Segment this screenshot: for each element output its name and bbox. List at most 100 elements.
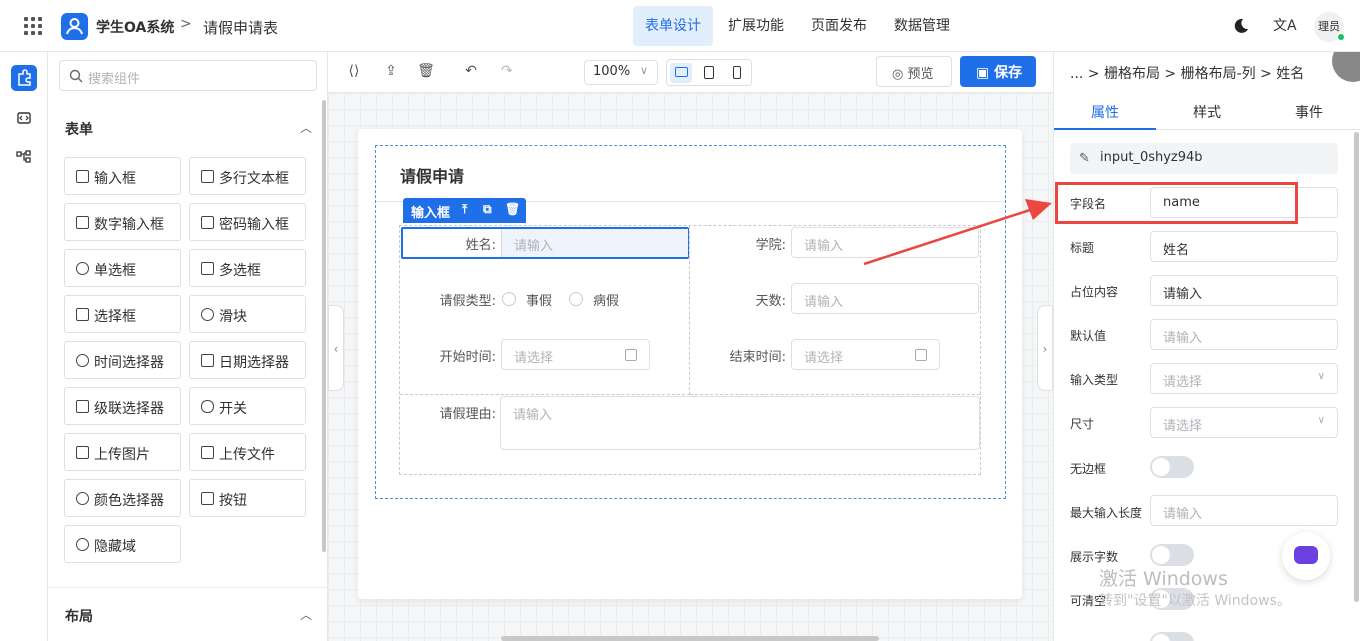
- component-textarea[interactable]: 多行文本框: [189, 157, 306, 195]
- leave-type-label: 请假类型:: [439, 294, 496, 309]
- zoom-select[interactable]: 100% ∨: [584, 60, 658, 85]
- nav-form-design[interactable]: 表单设计: [633, 6, 713, 46]
- tab-style[interactable]: 样式: [1156, 102, 1258, 122]
- collapse-left-icon[interactable]: ‹: [328, 305, 344, 391]
- tab-events[interactable]: 事件: [1258, 102, 1360, 122]
- code-view-icon[interactable]: ⟨⟩: [345, 62, 363, 80]
- days-placeholder: 请输入: [804, 295, 844, 310]
- college-input[interactable]: 请输入: [791, 227, 979, 258]
- days-input[interactable]: 请输入: [791, 283, 979, 314]
- export-icon[interactable]: ⇪: [382, 62, 400, 80]
- fullscreen-corner-icon[interactable]: [1332, 52, 1360, 82]
- outline-tree-icon[interactable]: [11, 144, 37, 170]
- edit-icon: [76, 170, 89, 183]
- components-icon[interactable]: [11, 65, 37, 91]
- component-radio[interactable]: 单选框: [64, 249, 181, 287]
- redo-icon[interactable]: ↷: [498, 62, 516, 80]
- app-name: 学生OA系统: [96, 20, 175, 36]
- chevron-up-icon[interactable]: ︿: [300, 606, 312, 623]
- component-password-input[interactable]: 密码输入框: [189, 203, 306, 241]
- nav-page-publish[interactable]: 页面发布: [799, 6, 879, 46]
- name-input[interactable]: 请输入: [501, 229, 688, 257]
- start-time-placeholder: 请选择: [514, 351, 554, 366]
- show-count-label: 展示字数: [1070, 550, 1119, 564]
- top-bar: 学生OA系统 > 请假申请表 表单设计 扩展功能 页面发布 数据管理 文A 理员: [0, 0, 1360, 52]
- component-search-input[interactable]: 搜索组件: [59, 60, 317, 91]
- borderless-label: 无边框: [1070, 462, 1107, 476]
- selected-component-tag: 输入框 ⤒ ⧉ 🗑: [403, 198, 526, 223]
- windows-watermark-subtitle: 转到"设置"以激活 Windows。: [1099, 593, 1291, 609]
- properties-breadcrumb[interactable]: ... > 栅格布局 > 栅格布局-列 > 姓名: [1070, 63, 1304, 83]
- component-date-picker[interactable]: 日期选择器: [189, 341, 306, 379]
- component-number-input[interactable]: 数字输入框: [64, 203, 181, 241]
- apps-grid-icon[interactable]: [24, 17, 42, 35]
- calendar-icon: [915, 349, 927, 361]
- save-button[interactable]: ▣ 保存: [960, 56, 1036, 87]
- component-switch[interactable]: 开关: [189, 387, 306, 425]
- end-time-picker[interactable]: 请选择: [791, 339, 940, 370]
- component-upload-file[interactable]: 上传文件: [189, 433, 306, 471]
- move-up-icon[interactable]: ⤒: [462, 202, 467, 217]
- name-placeholder: 请输入: [514, 239, 554, 254]
- app-logo: [61, 13, 88, 40]
- reason-placeholder: 请输入: [513, 408, 553, 423]
- trash-icon[interactable]: 🗑: [417, 62, 435, 80]
- edit-icon[interactable]: ✎: [1079, 151, 1090, 166]
- show-count-switch[interactable]: [1150, 544, 1194, 566]
- component-cascader[interactable]: 级联选择器: [64, 387, 181, 425]
- component-time-picker[interactable]: 时间选择器: [64, 341, 181, 379]
- size-select[interactable]: 请选择 ∨: [1150, 407, 1338, 438]
- component-input[interactable]: 输入框: [64, 157, 181, 195]
- collapse-right-icon[interactable]: ›: [1037, 305, 1053, 391]
- form-title[interactable]: 请假申请: [400, 163, 464, 187]
- nav-data-management[interactable]: 数据管理: [882, 6, 962, 46]
- maxlength-input[interactable]: 请输入: [1150, 495, 1338, 526]
- radio-sick-leave[interactable]: [569, 292, 583, 306]
- moon-icon[interactable]: [1233, 18, 1249, 34]
- tab-properties[interactable]: 属性: [1054, 102, 1156, 122]
- more-switch[interactable]: [1150, 632, 1194, 641]
- title-value: 姓名: [1163, 243, 1190, 258]
- properties-tabs: 属性 样式 事件: [1054, 92, 1360, 130]
- preview-button[interactable]: ◎ 预览: [876, 56, 952, 87]
- chevron-up-icon[interactable]: ︿: [300, 119, 312, 136]
- reason-textarea[interactable]: 请输入: [500, 396, 980, 450]
- radio-sick-leave-label: 病假: [593, 294, 620, 309]
- title-input[interactable]: 姓名: [1150, 231, 1338, 262]
- start-time-picker[interactable]: 请选择: [501, 339, 650, 370]
- input-type-select[interactable]: 请选择 ∨: [1150, 363, 1338, 394]
- placeholder-input[interactable]: 请输入: [1150, 275, 1338, 306]
- component-slider[interactable]: 滑块: [189, 295, 306, 333]
- avatar[interactable]: 理员: [1314, 12, 1345, 42]
- undo-icon[interactable]: ↶: [462, 62, 480, 80]
- component-select[interactable]: 选择框: [64, 295, 181, 333]
- code-icon[interactable]: [11, 105, 37, 131]
- desktop-icon[interactable]: [670, 63, 692, 83]
- properties-scrollbar[interactable]: [1354, 132, 1359, 602]
- component-color-picker[interactable]: 颜色选择器: [64, 479, 181, 517]
- component-checkbox[interactable]: 多选框: [189, 249, 306, 287]
- copy-icon[interactable]: ⧉: [483, 202, 492, 217]
- component-hidden-field[interactable]: 隐藏域: [64, 525, 181, 563]
- borderless-switch[interactable]: [1150, 456, 1194, 478]
- tablet-icon[interactable]: [698, 63, 720, 83]
- calendar-icon: [201, 354, 214, 367]
- canvas-horizontal-scrollbar[interactable]: [501, 636, 879, 641]
- chat-bot-icon[interactable]: [1282, 532, 1330, 580]
- online-status-dot: [1337, 33, 1345, 41]
- default-value-input[interactable]: 请输入: [1150, 319, 1338, 350]
- save-icon: ▣: [976, 65, 995, 81]
- component-button[interactable]: 按钮: [189, 479, 306, 517]
- translate-icon[interactable]: 文A: [1273, 15, 1297, 35]
- delete-icon[interactable]: 🗑: [505, 202, 520, 216]
- eye-icon: ◎: [892, 67, 908, 82]
- clock-icon: [76, 354, 89, 367]
- mobile-icon[interactable]: [726, 63, 748, 83]
- nav-extensions[interactable]: 扩展功能: [716, 6, 796, 46]
- component-upload-image[interactable]: 上传图片: [64, 433, 181, 471]
- component-panel-scrollbar[interactable]: [322, 100, 326, 552]
- active-tab-indicator: [1054, 128, 1156, 130]
- maxlength-label: 最大输入长度: [1070, 506, 1143, 520]
- radio-personal-leave[interactable]: [502, 292, 516, 306]
- button-icon: [201, 492, 214, 505]
